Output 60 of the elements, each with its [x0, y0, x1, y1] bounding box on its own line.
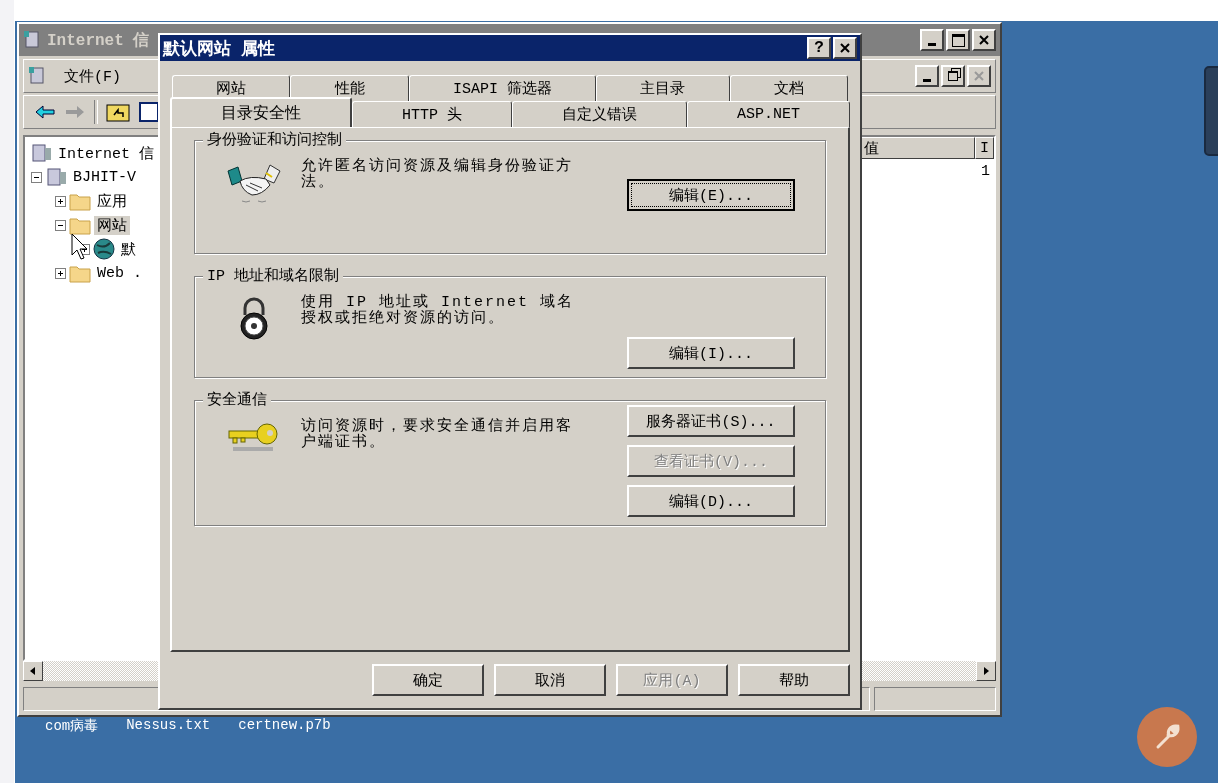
minimize-button[interactable]: [915, 65, 939, 87]
tab[interactable]: ASP.NET: [687, 101, 851, 127]
group-title: 安全通信: [203, 390, 271, 409]
dialog-title: 默认网站 属性: [163, 38, 276, 60]
back-arrow-icon[interactable]: [34, 103, 56, 121]
close-icon: [974, 71, 984, 81]
edit-button[interactable]: 编辑(I)...: [627, 337, 795, 369]
edit-button[interactable]: 编辑(D)...: [627, 485, 795, 517]
dialog-button[interactable]: 帮助: [738, 664, 850, 696]
tree-item[interactable]: BJHIT-V: [70, 168, 139, 186]
tab[interactable]: 目录安全性: [170, 97, 352, 127]
list-cell: 1: [981, 163, 990, 180]
menu-item[interactable]: 文件(F): [56, 66, 129, 86]
tree-item[interactable]: Web .: [94, 264, 145, 282]
expander-box[interactable]: [55, 267, 66, 279]
server-icon: [29, 142, 53, 164]
folder-up-icon[interactable]: [106, 101, 130, 123]
tab[interactable]: 主目录: [596, 75, 730, 101]
console-icon[interactable]: [138, 101, 160, 123]
tree-item[interactable]: 网站: [94, 215, 130, 235]
close-icon: [979, 35, 989, 45]
close-button[interactable]: [967, 65, 991, 87]
globe-icon: [92, 237, 116, 261]
tab[interactable]: 文档: [729, 75, 848, 101]
column-header[interactable]: 值: [859, 137, 975, 159]
mouse-cursor-icon: [71, 233, 89, 261]
tree-item[interactable]: 应用: [94, 191, 130, 211]
tab[interactable]: 自定义错误: [512, 101, 687, 127]
restore-button[interactable]: [941, 65, 965, 87]
server-icon: [44, 166, 68, 188]
floating-tool-button[interactable]: [1137, 707, 1197, 767]
right-arrow-icon[interactable]: [982, 666, 990, 676]
description-text: 使用 IP 地址或 Internet 域名授权或拒绝对资源的访问。: [301, 292, 576, 327]
close-button[interactable]: [833, 37, 857, 59]
desktop-icon-label[interactable]: certnew.p7b: [238, 717, 331, 735]
tab[interactable]: HTTP 头: [352, 101, 512, 127]
minimize-button[interactable]: [920, 29, 944, 51]
expander-box[interactable]: [55, 195, 66, 207]
tab[interactable]: 性能: [290, 75, 409, 101]
description-text: 访问资源时，要求安全通信并启用客户端证书。: [301, 416, 574, 451]
tree-item[interactable]: 默: [118, 239, 139, 259]
left-arrow-icon[interactable]: [29, 666, 37, 676]
desktop-icon-label[interactable]: com病毒: [45, 717, 99, 735]
tree-item[interactable]: Internet 信: [55, 143, 157, 163]
help-button[interactable]: ?: [807, 37, 831, 59]
maximize-button[interactable]: [946, 29, 970, 51]
dialog-button[interactable]: 确定: [372, 664, 484, 696]
tab[interactable]: ISAPI 筛选器: [408, 75, 597, 101]
expander-box[interactable]: [55, 219, 66, 231]
dialog-button[interactable]: 取消: [494, 664, 606, 696]
group-title: 身份验证和访问控制: [203, 130, 346, 149]
desktop-icon-label[interactable]: Nessus.txt: [126, 717, 211, 735]
description-text: 允许匿名访问资源及编辑身份验证方法。: [301, 156, 574, 191]
window-title: Internet 信: [47, 30, 150, 51]
expander-box[interactable]: [31, 171, 42, 183]
close-icon: [840, 43, 850, 53]
edit-button[interactable]: 服务器证书(S)...: [627, 405, 795, 437]
close-button[interactable]: [972, 29, 996, 51]
edit-button[interactable]: 编辑(E)...: [627, 179, 795, 211]
group-title: IP 地址和域名限制: [203, 266, 343, 285]
